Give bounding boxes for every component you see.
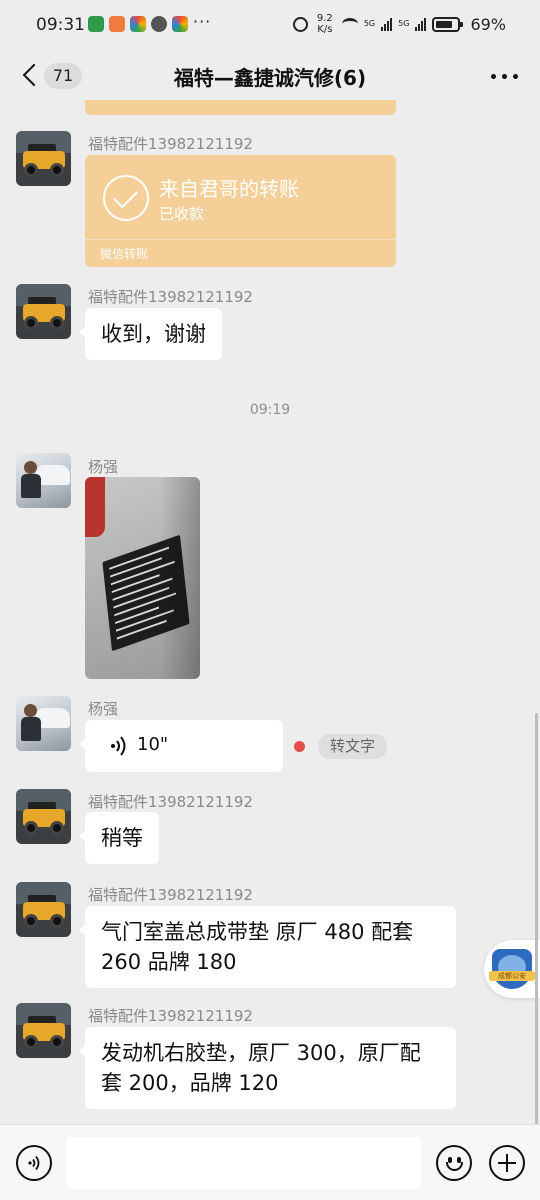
avatar-yang-qiang[interactable] [16,453,71,508]
speed-unit: K/s [317,24,333,35]
chat-header: 71 福特—鑫捷诚汽修(6) [0,50,540,100]
avatar-yang-qiang[interactable] [16,696,71,751]
network-type-2: 5G [398,19,410,28]
wifi-icon [341,18,358,30]
colorful-app-icon [130,16,146,32]
message-bubble[interactable]: 气门室盖总成带垫 原厂 480 配套 260 品牌 180 [79,906,456,988]
sender-name: 杨强 [88,458,119,476]
sender-name: 福特配件13982121192 [88,1007,253,1025]
battery-icon [432,16,464,32]
transfer-card-partial[interactable] [85,100,396,115]
status-bar: 09:31 ··· 9.2 K/s 5G 5G 69% [0,0,540,50]
message-bubble[interactable]: 发动机右胶垫，原厂 300，原厂配 套 200，品牌 120 [79,1027,456,1109]
police-shield-icon [492,949,532,989]
unplayed-dot [294,741,305,752]
sender-name: 福特配件13982121192 [88,793,253,811]
transfer-card[interactable]: 来自君哥的转账 已收款 微信转账 [85,155,396,267]
avatar-ford-parts[interactable] [16,284,71,339]
message-text-line: 套 200，品牌 120 [101,1071,279,1095]
battery-percent: 69% [470,14,506,34]
input-bar [0,1124,540,1200]
avatar-ford-parts[interactable] [16,882,71,937]
wechat-icon [151,16,167,32]
notification-icons [88,16,188,32]
transfer-divider [85,239,396,240]
signal-icon-2 [415,17,427,31]
message-text-line: 260 品牌 180 [101,950,237,974]
message-input[interactable] [66,1137,421,1189]
avatar-ford-parts[interactable] [16,789,71,844]
voice-wave-icon [28,1155,40,1171]
emoji-icon[interactable] [436,1145,472,1181]
transfer-status: 已收款 [159,205,205,223]
network-type-1: 5G [363,19,376,28]
sender-name: 福特配件13982121192 [88,135,253,153]
more-notifications-icon: ··· [193,12,212,31]
network-speed: 9.2 K/s [314,13,336,35]
message-text-line: 气门室盖总成带垫 原厂 480 配套 [101,920,414,944]
floating-police-badge[interactable]: 成都公安 [484,940,540,998]
alarm-icon [292,16,308,32]
transfer-title: 来自君哥的转账 [159,177,299,201]
shopping-app-icon [109,16,125,32]
system-indicators: 9.2 K/s 5G 5G 69% [292,13,506,35]
timestamp: 09:19 [249,402,291,418]
signal-icon [381,17,393,31]
received-check-icon [103,175,149,221]
avatar-ford-parts[interactable] [16,1003,71,1058]
plus-icon[interactable] [489,1145,525,1181]
message-bubble[interactable]: 稍等 [79,812,159,864]
scrollbar[interactable] [535,713,538,1127]
sender-name: 福特配件13982121192 [88,886,253,904]
voice-message[interactable]: 10" [79,720,283,772]
speed-value: 9.2 [316,13,333,24]
chat-title: 福特—鑫捷诚汽修(6) [173,66,367,90]
badge-label: 成都公安 [489,971,535,981]
message-bubble[interactable]: 收到，谢谢 [79,308,222,360]
sender-name: 杨强 [88,700,119,718]
message-text: 收到，谢谢 [101,322,206,346]
avatar-ford-parts[interactable] [16,131,71,186]
status-time: 09:31 [36,15,85,35]
image-message[interactable] [85,477,200,679]
message-text: 稍等 [101,826,143,850]
message-text-line: 发动机右胶垫，原厂 300，原厂配 [101,1041,421,1065]
voice-duration: 10" [137,734,169,755]
more-options-icon[interactable] [491,74,518,79]
transfer-footer: 微信转账 [100,247,149,261]
voice-wave-icon [111,736,126,756]
convert-to-text-button[interactable]: 转文字 [318,734,388,759]
sender-name: 福特配件13982121192 [88,288,253,306]
voice-input-button[interactable] [16,1145,52,1181]
bank-app-icon [88,16,104,32]
colorful-app-icon-2 [172,16,188,32]
